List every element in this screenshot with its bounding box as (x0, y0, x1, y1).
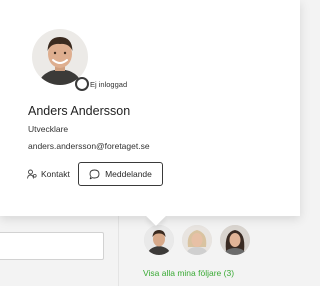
contact-button[interactable]: Kontakt (27, 166, 70, 182)
chat-bubble-icon (89, 169, 100, 180)
profile-popover: Ej inloggad Anders Andersson Utvecklare … (0, 0, 300, 216)
profile-email[interactable]: anders.andersson@foretaget.se (28, 141, 150, 151)
follower-avatar-1[interactable] (144, 225, 174, 255)
message-button[interactable]: Meddelande (78, 162, 163, 186)
follower-avatar-3[interactable] (220, 225, 250, 255)
offline-status-icon (75, 77, 89, 91)
status-label: Ej inloggad (90, 80, 128, 89)
message-button-label: Meddelande (105, 169, 152, 179)
popover-caret-mask (140, 203, 172, 216)
contact-button-label: Kontakt (41, 169, 70, 179)
profile-name: Anders Andersson (28, 104, 131, 118)
panel-divider (118, 215, 119, 286)
background-text-input[interactable] (0, 232, 104, 260)
contact-person-icon (27, 169, 37, 179)
profile-role: Utvecklare (28, 124, 69, 134)
follower-avatar-2[interactable] (182, 225, 212, 255)
view-all-followers-link[interactable]: Visa alla mina följare (3) (143, 268, 234, 278)
page: Visa alla mina följare (3) Ej inloggad A… (0, 0, 300, 286)
